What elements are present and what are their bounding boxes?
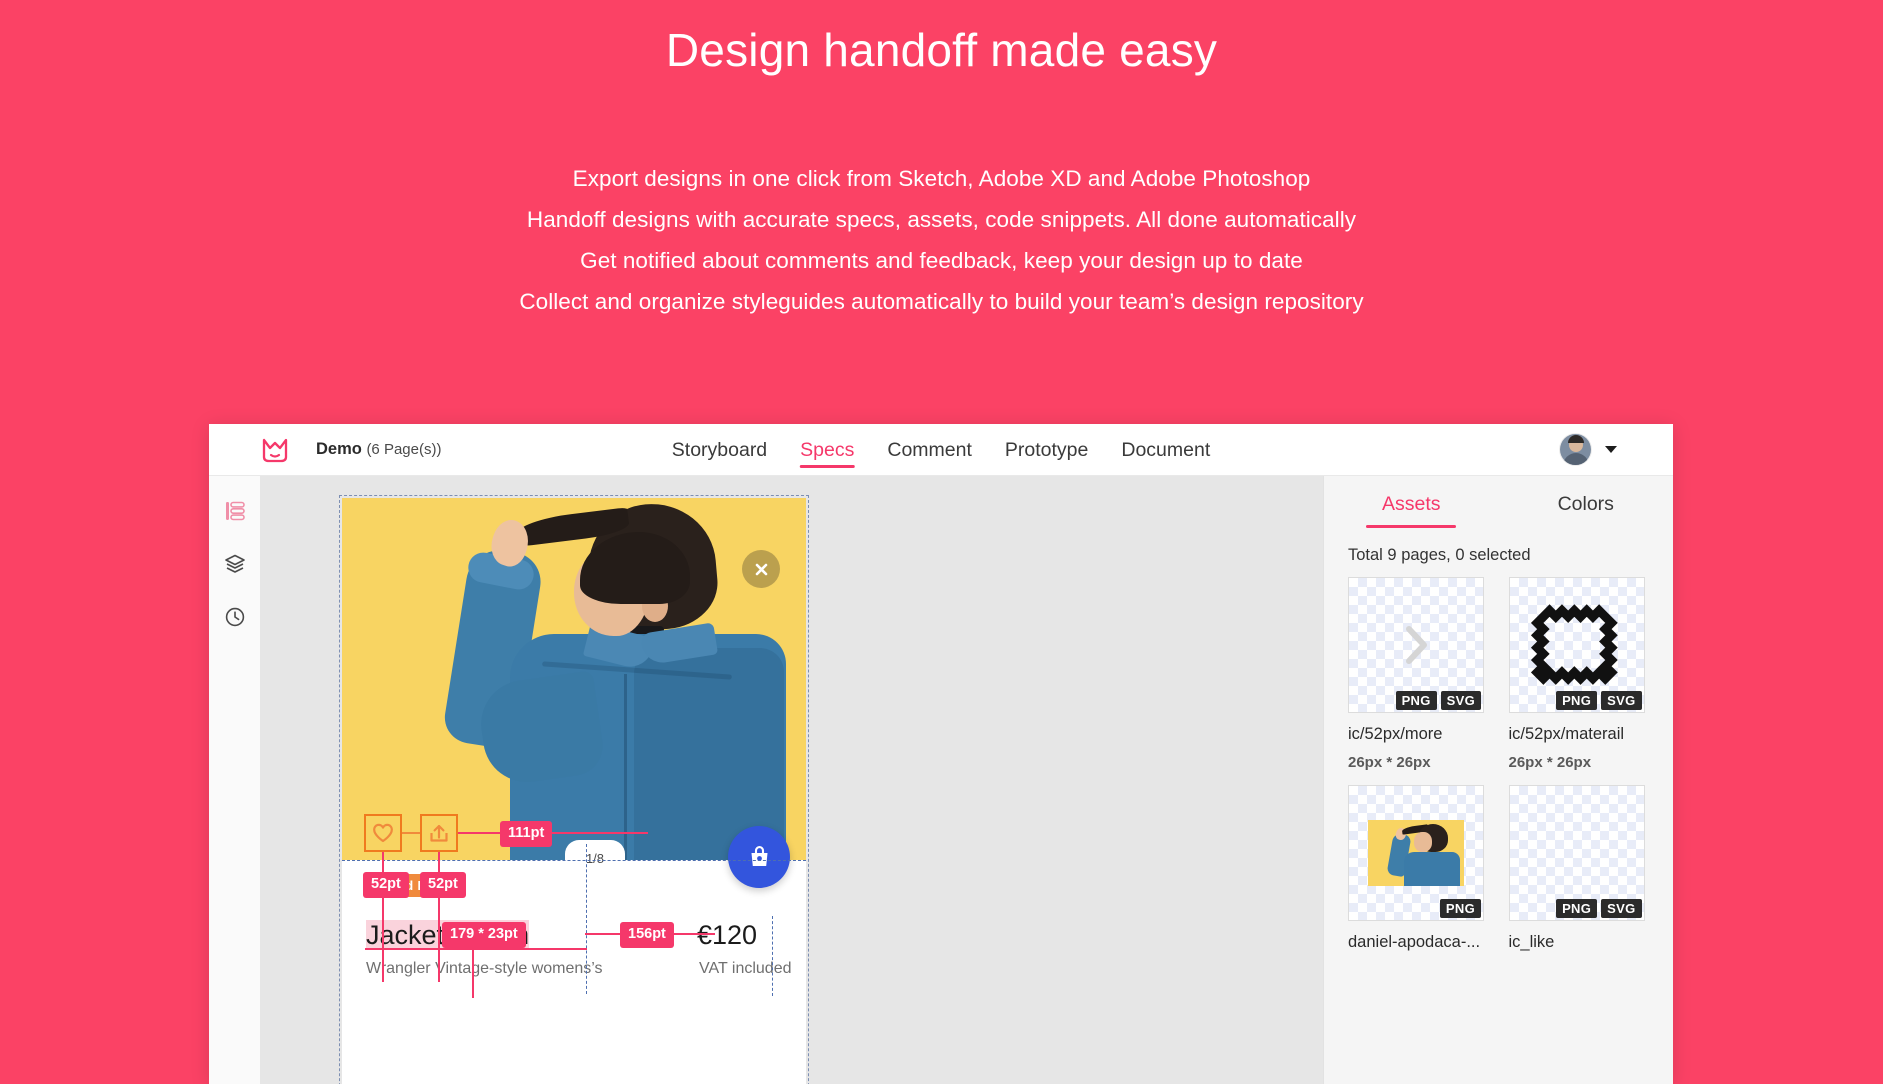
asset-thumbnail[interactable]: PNG SVG bbox=[1348, 577, 1484, 713]
tab-comment[interactable]: Comment bbox=[887, 424, 972, 476]
asset-thumbnail[interactable]: PNG SVG bbox=[1508, 577, 1645, 713]
product-photo bbox=[342, 498, 806, 860]
pages-list-icon bbox=[225, 501, 245, 521]
mockplus-smile-logo-icon bbox=[262, 438, 288, 462]
chevron-down-icon[interactable] bbox=[1605, 446, 1617, 453]
upload-icon bbox=[430, 824, 448, 842]
hero-bullet-list: Export designs in one click from Sketch,… bbox=[0, 158, 1883, 322]
asset-card[interactable]: PNG SVG ic/52px/more 26px * 26px bbox=[1348, 577, 1484, 771]
spec-badge-156: 156pt bbox=[620, 922, 674, 948]
asset-card[interactable]: PNG SVG ic_like bbox=[1508, 785, 1645, 962]
format-badge: SVG bbox=[1601, 691, 1642, 710]
close-button[interactable] bbox=[742, 550, 780, 588]
asset-name: ic/52px/more bbox=[1348, 725, 1443, 743]
asset-size: 26px * 26px bbox=[1348, 754, 1431, 771]
tab-specs[interactable]: Specs bbox=[800, 424, 855, 476]
mini-jacket bbox=[1404, 852, 1460, 886]
product-info-card: 1/8 Good Price Jacket denim Wrangler Vin… bbox=[342, 826, 806, 1084]
history-clock-icon bbox=[225, 607, 244, 627]
app-topbar: Demo (6 Page(s)) Storyboard Specs Commen… bbox=[209, 424, 1673, 476]
spec-leader-textbox bbox=[472, 948, 474, 998]
spec-gap-line bbox=[402, 832, 420, 834]
tab-document[interactable]: Document bbox=[1121, 424, 1210, 476]
hero-section: Design handoff made easy Export designs … bbox=[0, 0, 1883, 322]
close-icon bbox=[755, 563, 767, 575]
mini-face bbox=[1414, 832, 1432, 852]
project-page-count: (6 Page(s)) bbox=[366, 441, 442, 458]
photo-thumbnail bbox=[1368, 820, 1464, 886]
spec-underline-textbox bbox=[365, 948, 587, 950]
chevron-right-icon bbox=[1406, 626, 1427, 664]
spec-badge-52-b: 52pt bbox=[420, 872, 466, 898]
assets-grid: PNG SVG ic/52px/more 26px * 26px PNG SVG… bbox=[1324, 577, 1673, 962]
hero-bullet: Collect and organize styleguides automat… bbox=[519, 288, 1364, 314]
asset-name: daniel-apodaca-... bbox=[1348, 933, 1481, 951]
product-subtitle: Wrangler Vintage-style womens’s bbox=[366, 960, 603, 977]
avatar-hair bbox=[1567, 435, 1584, 443]
asset-format-badges: PNG SVG bbox=[1556, 691, 1642, 710]
asset-name: ic_like bbox=[1508, 933, 1555, 951]
project-name: Demo bbox=[316, 440, 362, 458]
brand[interactable]: Demo (6 Page(s)) bbox=[209, 437, 441, 463]
spec-badge-179x23: 179 * 23pt bbox=[442, 922, 526, 948]
app-window: Demo (6 Page(s)) Storyboard Specs Commen… bbox=[209, 424, 1673, 1084]
asset-thumbnail[interactable]: PNG bbox=[1348, 785, 1484, 921]
format-badge: PNG bbox=[1439, 899, 1481, 918]
tab-colors[interactable]: Colors bbox=[1499, 476, 1674, 532]
rail-item-layers[interactable] bbox=[222, 551, 248, 577]
spec-badge-52-a: 52pt bbox=[363, 872, 409, 898]
avatar-body bbox=[1562, 453, 1589, 465]
product-title-part1: Jacket bbox=[366, 920, 445, 950]
project-title: Demo (6 Page(s)) bbox=[316, 440, 441, 459]
right-panel: Assets Colors Total 9 pages, 0 selected bbox=[1323, 476, 1673, 1084]
main-nav: Storyboard Specs Comment Prototype Docum… bbox=[672, 424, 1210, 476]
spec-badge-111: 111pt bbox=[500, 821, 553, 847]
asset-format-badges: PNG SVG bbox=[1556, 899, 1642, 918]
tab-storyboard[interactable]: Storyboard bbox=[672, 424, 767, 476]
asset-name: ic/52px/materail bbox=[1508, 725, 1625, 743]
asset-size: 26px * 26px bbox=[1508, 754, 1592, 771]
format-badge: SVG bbox=[1601, 899, 1642, 918]
heart-icon bbox=[373, 823, 393, 843]
material-swatch-icon bbox=[1530, 604, 1618, 685]
product-price: €120 bbox=[697, 920, 758, 950]
format-badge: SVG bbox=[1440, 691, 1481, 710]
vat-note: VAT included bbox=[699, 960, 792, 977]
assets-total-label: Total 9 pages, 0 selected bbox=[1348, 546, 1531, 564]
guide-vertical-center bbox=[586, 844, 587, 994]
artboard[interactable]: 1/8 Good Price Jacket denim Wrangler Vin… bbox=[339, 495, 809, 1084]
hero-bullet: Export designs in one click from Sketch,… bbox=[572, 165, 1311, 191]
shopping-bag-icon bbox=[751, 845, 767, 866]
selection-box-upload[interactable] bbox=[420, 814, 458, 852]
left-rail bbox=[209, 476, 261, 1084]
asset-format-badges: PNG SVG bbox=[1395, 691, 1481, 710]
guide-horizontal-photo bbox=[342, 860, 806, 861]
rail-item-history[interactable] bbox=[222, 604, 248, 630]
hero-bullet: Handoff designs with accurate specs, ass… bbox=[526, 206, 1357, 232]
asset-card[interactable]: PNG SVG ic/52px/materail 26px * 26px bbox=[1508, 577, 1645, 771]
design-canvas[interactable]: 1/8 Good Price Jacket denim Wrangler Vin… bbox=[261, 476, 1323, 1084]
page-title: Design handoff made easy bbox=[665, 24, 1218, 76]
cart-fab-button[interactable] bbox=[728, 826, 790, 888]
hero-bullet: Get notified about comments and feedback… bbox=[580, 247, 1303, 273]
selection-box-heart[interactable] bbox=[364, 814, 402, 852]
guide-vertical-right bbox=[772, 916, 773, 996]
topbar-right bbox=[1560, 434, 1673, 465]
format-badge: PNG bbox=[1556, 691, 1598, 710]
tab-prototype[interactable]: Prototype bbox=[1005, 424, 1088, 476]
asset-card[interactable]: PNG daniel-apodaca-... bbox=[1348, 785, 1484, 962]
format-badge: PNG bbox=[1395, 691, 1437, 710]
spec-line-111 bbox=[458, 832, 648, 834]
panel-tabs: Assets Colors bbox=[1324, 476, 1673, 532]
format-badge: PNG bbox=[1556, 899, 1598, 918]
avatar[interactable] bbox=[1560, 434, 1591, 465]
rail-item-pages[interactable] bbox=[222, 498, 248, 524]
page-indicator: 1/8 bbox=[565, 840, 625, 868]
tab-assets[interactable]: Assets bbox=[1324, 476, 1499, 532]
asset-thumbnail[interactable]: PNG SVG bbox=[1508, 785, 1645, 921]
layers-icon bbox=[224, 554, 245, 573]
app-body: 1/8 Good Price Jacket denim Wrangler Vin… bbox=[209, 476, 1673, 1084]
asset-format-badges: PNG bbox=[1439, 899, 1481, 918]
